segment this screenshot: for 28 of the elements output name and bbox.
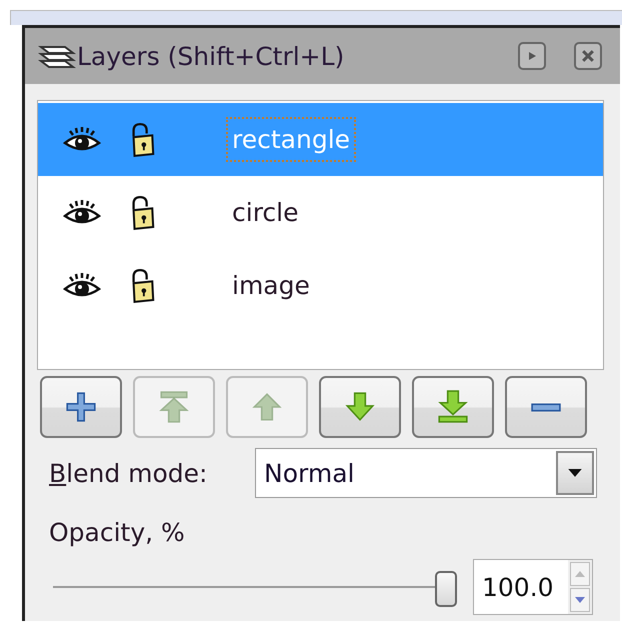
slider-thumb[interactable] xyxy=(435,571,457,607)
layer-row[interactable]: circle xyxy=(38,176,603,249)
close-icon xyxy=(582,50,594,62)
menu-arrow-button[interactable] xyxy=(518,42,546,70)
layer-name: circle xyxy=(231,197,300,229)
up-caret-icon xyxy=(574,571,585,577)
opacity-label: Opacity, % xyxy=(49,518,186,547)
blend-mode-label: Blend mode: xyxy=(49,458,208,488)
caret-icon xyxy=(568,468,582,478)
layer-name: image xyxy=(231,270,311,302)
plus-icon xyxy=(66,390,96,424)
spin-down-button[interactable] xyxy=(570,588,590,612)
minus-icon xyxy=(531,402,561,412)
opacity-spinbox[interactable]: 100.0 xyxy=(473,559,593,615)
layer-row[interactable]: image xyxy=(38,249,603,322)
lower-to-bottom-button[interactable] xyxy=(412,376,494,438)
raise-to-top-icon xyxy=(159,390,189,424)
dropdown-button[interactable] xyxy=(556,451,594,495)
close-button[interactable] xyxy=(574,42,602,70)
layer-name: rectangle xyxy=(226,117,356,162)
lower-layer-button[interactable] xyxy=(319,376,401,438)
blend-mode-dropdown[interactable]: Normal xyxy=(255,448,597,498)
add-layer-button[interactable] xyxy=(40,376,122,438)
panel-title: Layers (Shift+Ctrl+L) xyxy=(77,42,344,70)
down-caret-icon xyxy=(574,597,585,603)
remove-layer-button[interactable] xyxy=(505,376,587,438)
lower-to-bottom-icon xyxy=(438,390,468,424)
play-icon xyxy=(527,51,537,61)
